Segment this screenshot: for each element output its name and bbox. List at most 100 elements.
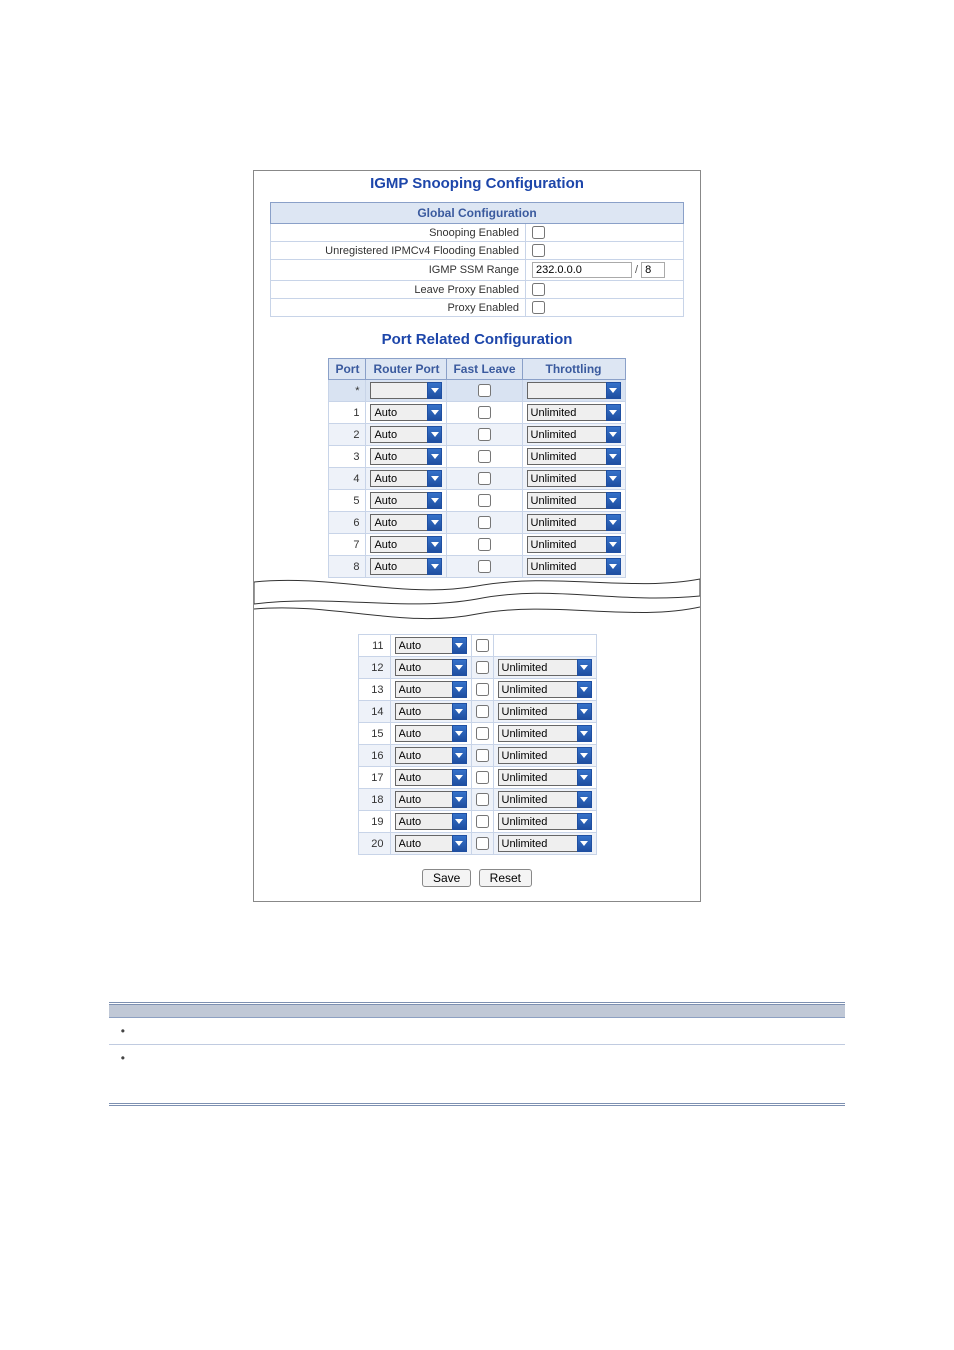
dropdown-arrow-icon[interactable] xyxy=(452,769,467,786)
dropdown-arrow-icon[interactable] xyxy=(452,681,467,698)
throttling-select[interactable] xyxy=(527,382,607,399)
dropdown-arrow-icon[interactable] xyxy=(452,659,467,676)
dropdown-arrow-icon[interactable] xyxy=(427,470,442,487)
dropdown-arrow-icon[interactable] xyxy=(577,725,592,742)
router-port-select[interactable]: Auto xyxy=(395,769,453,786)
throttling-select[interactable]: Unlimited xyxy=(498,681,578,698)
dropdown-arrow-icon[interactable] xyxy=(452,813,467,830)
throttling-select[interactable]: Unlimited xyxy=(527,426,607,443)
dropdown-arrow-icon[interactable] xyxy=(606,382,621,399)
fast-leave-checkbox[interactable] xyxy=(476,815,489,828)
throttling-select[interactable]: Unlimited xyxy=(527,448,607,465)
dropdown-arrow-icon[interactable] xyxy=(577,681,592,698)
router-port-select[interactable]: Auto xyxy=(370,448,428,465)
dropdown-arrow-icon[interactable] xyxy=(427,404,442,421)
fast-leave-checkbox[interactable] xyxy=(476,705,489,718)
dropdown-arrow-icon[interactable] xyxy=(606,404,621,421)
throttling-select[interactable]: Unlimited xyxy=(498,769,578,786)
throttling-select[interactable]: Unlimited xyxy=(498,703,578,720)
global-checkbox[interactable] xyxy=(532,301,545,314)
reset-button[interactable]: Reset xyxy=(479,869,532,887)
ssm-ip-input[interactable] xyxy=(532,262,632,278)
dropdown-arrow-icon[interactable] xyxy=(577,747,592,764)
dropdown-arrow-icon[interactable] xyxy=(427,448,442,465)
dropdown-arrow-icon[interactable] xyxy=(577,703,592,720)
router-port-select[interactable]: Auto xyxy=(395,835,453,852)
fast-leave-checkbox[interactable] xyxy=(478,472,491,485)
dropdown-arrow-icon[interactable] xyxy=(452,703,467,720)
dropdown-arrow-icon[interactable] xyxy=(606,448,621,465)
save-button[interactable]: Save xyxy=(422,869,471,887)
router-port-select[interactable]: Auto xyxy=(370,558,428,575)
router-port-select[interactable]: Auto xyxy=(395,791,453,808)
router-port-select[interactable]: Auto xyxy=(395,703,453,720)
throttling-select[interactable]: Unlimited xyxy=(498,725,578,742)
router-port-select[interactable]: Auto xyxy=(370,426,428,443)
dropdown-arrow-icon[interactable] xyxy=(452,637,467,654)
dropdown-arrow-icon[interactable] xyxy=(452,725,467,742)
dropdown-arrow-icon[interactable] xyxy=(606,514,621,531)
router-port-select[interactable]: Auto xyxy=(370,470,428,487)
throttling-select[interactable]: Unlimited xyxy=(498,791,578,808)
router-port-select[interactable]: Auto xyxy=(370,514,428,531)
dropdown-arrow-icon[interactable] xyxy=(606,536,621,553)
dropdown-arrow-icon[interactable] xyxy=(606,470,621,487)
dropdown-arrow-icon[interactable] xyxy=(427,382,442,399)
router-port-select[interactable] xyxy=(370,382,428,399)
fast-leave-checkbox[interactable] xyxy=(476,661,489,674)
fast-leave-checkbox[interactable] xyxy=(478,560,491,573)
router-port-select[interactable]: Auto xyxy=(370,492,428,509)
dropdown-arrow-icon[interactable] xyxy=(452,791,467,808)
fast-leave-checkbox[interactable] xyxy=(476,749,489,762)
global-checkbox[interactable] xyxy=(532,283,545,296)
dropdown-arrow-icon[interactable] xyxy=(577,835,592,852)
ssm-prefix-input[interactable] xyxy=(641,262,665,278)
router-port-select[interactable]: Auto xyxy=(395,659,453,676)
fast-leave-checkbox[interactable] xyxy=(478,494,491,507)
dropdown-arrow-icon[interactable] xyxy=(606,426,621,443)
fast-leave-checkbox[interactable] xyxy=(476,639,489,652)
fast-leave-checkbox[interactable] xyxy=(476,727,489,740)
dropdown-arrow-icon[interactable] xyxy=(427,536,442,553)
fast-leave-checkbox[interactable] xyxy=(478,516,491,529)
router-port-select[interactable]: Auto xyxy=(395,725,453,742)
router-port-select[interactable]: Auto xyxy=(395,681,453,698)
dropdown-arrow-icon[interactable] xyxy=(577,769,592,786)
fast-leave-checkbox[interactable] xyxy=(476,683,489,696)
throttling-select[interactable]: Unlimited xyxy=(498,747,578,764)
throttling-select[interactable]: Unlimited xyxy=(527,404,607,421)
router-port-select[interactable]: Auto xyxy=(395,813,453,830)
fast-leave-checkbox[interactable] xyxy=(478,450,491,463)
dropdown-arrow-icon[interactable] xyxy=(577,791,592,808)
throttling-select[interactable]: Unlimited xyxy=(498,813,578,830)
throttling-select[interactable]: Unlimited xyxy=(498,835,578,852)
router-port-select[interactable]: Auto xyxy=(395,637,453,654)
throttling-select[interactable]: Unlimited xyxy=(527,492,607,509)
fast-leave-checkbox[interactable] xyxy=(476,837,489,850)
global-checkbox[interactable] xyxy=(532,226,545,239)
throttling-select[interactable]: Unlimited xyxy=(527,558,607,575)
dropdown-arrow-icon[interactable] xyxy=(606,558,621,575)
dropdown-arrow-icon[interactable] xyxy=(452,747,467,764)
dropdown-arrow-icon[interactable] xyxy=(606,492,621,509)
dropdown-arrow-icon[interactable] xyxy=(427,514,442,531)
router-port-select[interactable]: Auto xyxy=(370,404,428,421)
dropdown-arrow-icon[interactable] xyxy=(577,813,592,830)
fast-leave-checkbox[interactable] xyxy=(478,538,491,551)
router-port-select[interactable]: Auto xyxy=(370,536,428,553)
fast-leave-checkbox[interactable] xyxy=(478,406,491,419)
dropdown-arrow-icon[interactable] xyxy=(427,492,442,509)
fast-leave-checkbox[interactable] xyxy=(476,793,489,806)
throttling-select[interactable]: Unlimited xyxy=(527,514,607,531)
fast-leave-checkbox[interactable] xyxy=(478,384,491,397)
fast-leave-checkbox[interactable] xyxy=(478,428,491,441)
dropdown-arrow-icon[interactable] xyxy=(577,659,592,676)
throttling-select[interactable]: Unlimited xyxy=(498,659,578,676)
dropdown-arrow-icon[interactable] xyxy=(427,558,442,575)
dropdown-arrow-icon[interactable] xyxy=(427,426,442,443)
dropdown-arrow-icon[interactable] xyxy=(452,835,467,852)
router-port-select[interactable]: Auto xyxy=(395,747,453,764)
global-checkbox[interactable] xyxy=(532,244,545,257)
throttling-select[interactable]: Unlimited xyxy=(527,470,607,487)
throttling-select[interactable]: Unlimited xyxy=(527,536,607,553)
